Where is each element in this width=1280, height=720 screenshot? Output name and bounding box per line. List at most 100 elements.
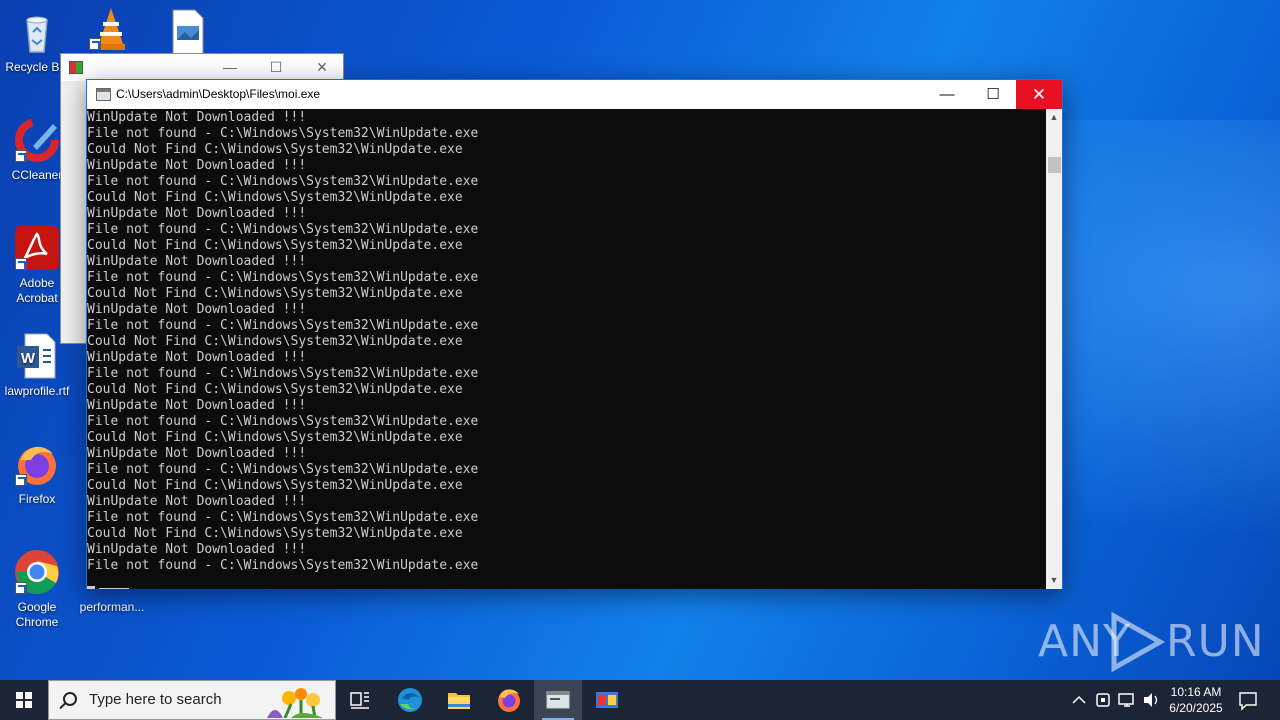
shortcut-arrow-icon <box>89 38 101 50</box>
background-window-titlebar[interactable]: — ☐ ✕ <box>61 54 343 81</box>
chrome-icon <box>13 548 61 596</box>
console-line: File not found - C:\Windows\System32\Win… <box>87 318 479 333</box>
network-icon[interactable] <box>1116 680 1138 720</box>
desktop-icon-label: Google Chrome <box>15 600 59 629</box>
search-box[interactable]: Type here to search <box>48 680 336 720</box>
text-cursor <box>87 586 95 589</box>
console-line: WinUpdate Not Downloaded !!! <box>87 446 307 461</box>
console-line: Could Not Find C:\Windows\System32\WinUp… <box>87 190 463 205</box>
recycle-bin-icon <box>13 8 61 56</box>
console-icon <box>546 691 570 709</box>
task-view-button[interactable] <box>336 680 384 720</box>
search-placeholder: Type here to search <box>89 691 222 708</box>
app-icon <box>69 61 83 74</box>
shortcut-arrow-icon <box>15 582 27 594</box>
clock-time: 10:16 AM <box>1170 685 1222 699</box>
tray-device-icon[interactable] <box>1092 680 1114 720</box>
console-line: File not found - C:\Windows\System32\Win… <box>87 462 479 477</box>
console-line: WinUpdate Not Downloaded !!! <box>87 542 307 557</box>
desktop-icon-label: Firefox <box>18 492 56 506</box>
shortcut-arrow-icon <box>15 258 27 270</box>
console-line: Could Not Find C:\Windows\System32\WinUp… <box>87 334 463 349</box>
search-icon <box>63 692 77 706</box>
console-line: Could Not Find C:\Windows\System32\WinUp… <box>87 430 463 445</box>
ccleaner-icon <box>13 116 61 164</box>
console-title: C:\Users\admin\Desktop\Files\moi.exe <box>116 87 321 101</box>
edge-icon <box>398 688 422 712</box>
taskbar-file-explorer[interactable] <box>435 680 483 720</box>
console-line: Could Not Find C:\Windows\System32\WinUp… <box>87 526 463 541</box>
firefox-icon <box>498 689 520 712</box>
text-cursor-underline <box>99 588 129 589</box>
console-line: File not found - C:\Windows\System32\Win… <box>87 558 479 573</box>
console-line: WinUpdate Not Downloaded !!! <box>87 494 307 509</box>
console-line: WinUpdate Not Downloaded !!! <box>87 398 307 413</box>
svg-text:W: W <box>21 350 36 367</box>
start-button[interactable] <box>0 680 48 720</box>
background-close-button[interactable]: ✕ <box>299 54 345 81</box>
console-line: File not found - C:\Windows\System32\Win… <box>87 222 479 237</box>
taskbar-console[interactable] <box>534 680 582 720</box>
background-minimize-button[interactable]: — <box>207 54 253 81</box>
scroll-down-arrow-icon[interactable]: ▼ <box>1046 572 1062 589</box>
console-line: Could Not Find C:\Windows\System32\WinUp… <box>87 238 463 253</box>
shortcut-arrow-icon <box>15 150 27 162</box>
watermark-right-text: RUN <box>1166 616 1265 667</box>
console-line: WinUpdate Not Downloaded !!! <box>87 302 307 317</box>
clock[interactable]: 10:16 AM 6/20/2025 <box>1160 680 1232 720</box>
background-maximize-button[interactable]: ☐ <box>253 54 299 81</box>
console-line: File not found - C:\Windows\System32\Win… <box>87 270 479 285</box>
chevron-up-icon <box>1072 695 1086 704</box>
app-icon <box>596 692 618 708</box>
desktop-icon-firefox[interactable]: Firefox <box>0 440 74 507</box>
show-hidden-icons-button[interactable] <box>1068 680 1090 720</box>
anyrun-watermark: ANY RUN <box>1038 612 1264 672</box>
scroll-up-arrow-icon[interactable]: ▲ <box>1046 109 1062 126</box>
console-line: Could Not Find C:\Windows\System32\WinUp… <box>87 478 463 493</box>
image-file-icon <box>163 8 211 56</box>
desktop-icon-label: performan... <box>79 600 145 614</box>
console-titlebar[interactable]: C:\Users\admin\Desktop\Files\moi.exe — ☐… <box>87 80 1062 109</box>
watermark-play-icon <box>1111 612 1166 672</box>
taskbar-edge[interactable] <box>386 680 434 720</box>
volume-icon[interactable] <box>1140 680 1162 720</box>
scrollbar-thumb[interactable] <box>1048 157 1061 173</box>
console-line: WinUpdate Not Downloaded !!! <box>87 158 307 173</box>
close-button[interactable]: ✕ <box>1016 80 1062 109</box>
search-highlight-flowers-icon <box>267 688 323 718</box>
maximize-button[interactable]: ☐ <box>970 80 1016 109</box>
taskbar-firefox[interactable] <box>485 680 533 720</box>
clock-date: 6/20/2025 <box>1169 701 1223 715</box>
notification-icon <box>1239 692 1257 711</box>
console-output[interactable]: WinUpdate Not Downloaded !!! File not fou… <box>87 109 1047 589</box>
shortcut-arrow-icon <box>15 474 27 486</box>
console-line: File not found - C:\Windows\System32\Win… <box>87 366 479 381</box>
adobe-acrobat-icon <box>13 224 61 272</box>
desktop-icon-label: lawprofile.rtf <box>4 384 70 398</box>
vlc-icon <box>87 4 135 52</box>
console-line: WinUpdate Not Downloaded !!! <box>87 350 307 365</box>
console-line: WinUpdate Not Downloaded !!! <box>87 110 307 125</box>
desktop: Recycle Bin CCleaner Adobe Acrobat W law… <box>0 0 1280 680</box>
console-line: File not found - C:\Windows\System32\Win… <box>87 174 479 189</box>
taskbar: Type here to search 10:16 AM 6/20/2025 <box>0 680 1280 720</box>
console-line: Could Not Find C:\Windows\System32\WinUp… <box>87 286 463 301</box>
console-line: File not found - C:\Windows\System32\Win… <box>87 126 479 141</box>
word-document-icon: W <box>13 332 61 380</box>
console-line: WinUpdate Not Downloaded !!! <box>87 254 307 269</box>
console-line: File not found - C:\Windows\System32\Win… <box>87 510 479 525</box>
console-icon <box>96 88 111 101</box>
action-center-button[interactable] <box>1234 680 1262 720</box>
console-window[interactable]: C:\Users\admin\Desktop\Files\moi.exe — ☐… <box>86 79 1063 589</box>
desktop-icon-vlc[interactable] <box>74 4 148 56</box>
console-line: Could Not Find C:\Windows\System32\WinUp… <box>87 142 463 157</box>
minimize-button[interactable]: — <box>924 80 970 109</box>
file-explorer-icon <box>448 693 470 709</box>
console-line: WinUpdate Not Downloaded !!! <box>87 206 307 221</box>
taskbar-app[interactable] <box>583 680 631 720</box>
console-line: Could Not Find C:\Windows\System32\WinUp… <box>87 382 463 397</box>
desktop-icon-google-chrome[interactable]: Google Chrome <box>0 548 74 630</box>
windows-logo-icon <box>16 692 32 708</box>
console-line: File not found - C:\Windows\System32\Win… <box>87 414 479 429</box>
vertical-scrollbar[interactable]: ▲ ▼ <box>1046 109 1062 589</box>
